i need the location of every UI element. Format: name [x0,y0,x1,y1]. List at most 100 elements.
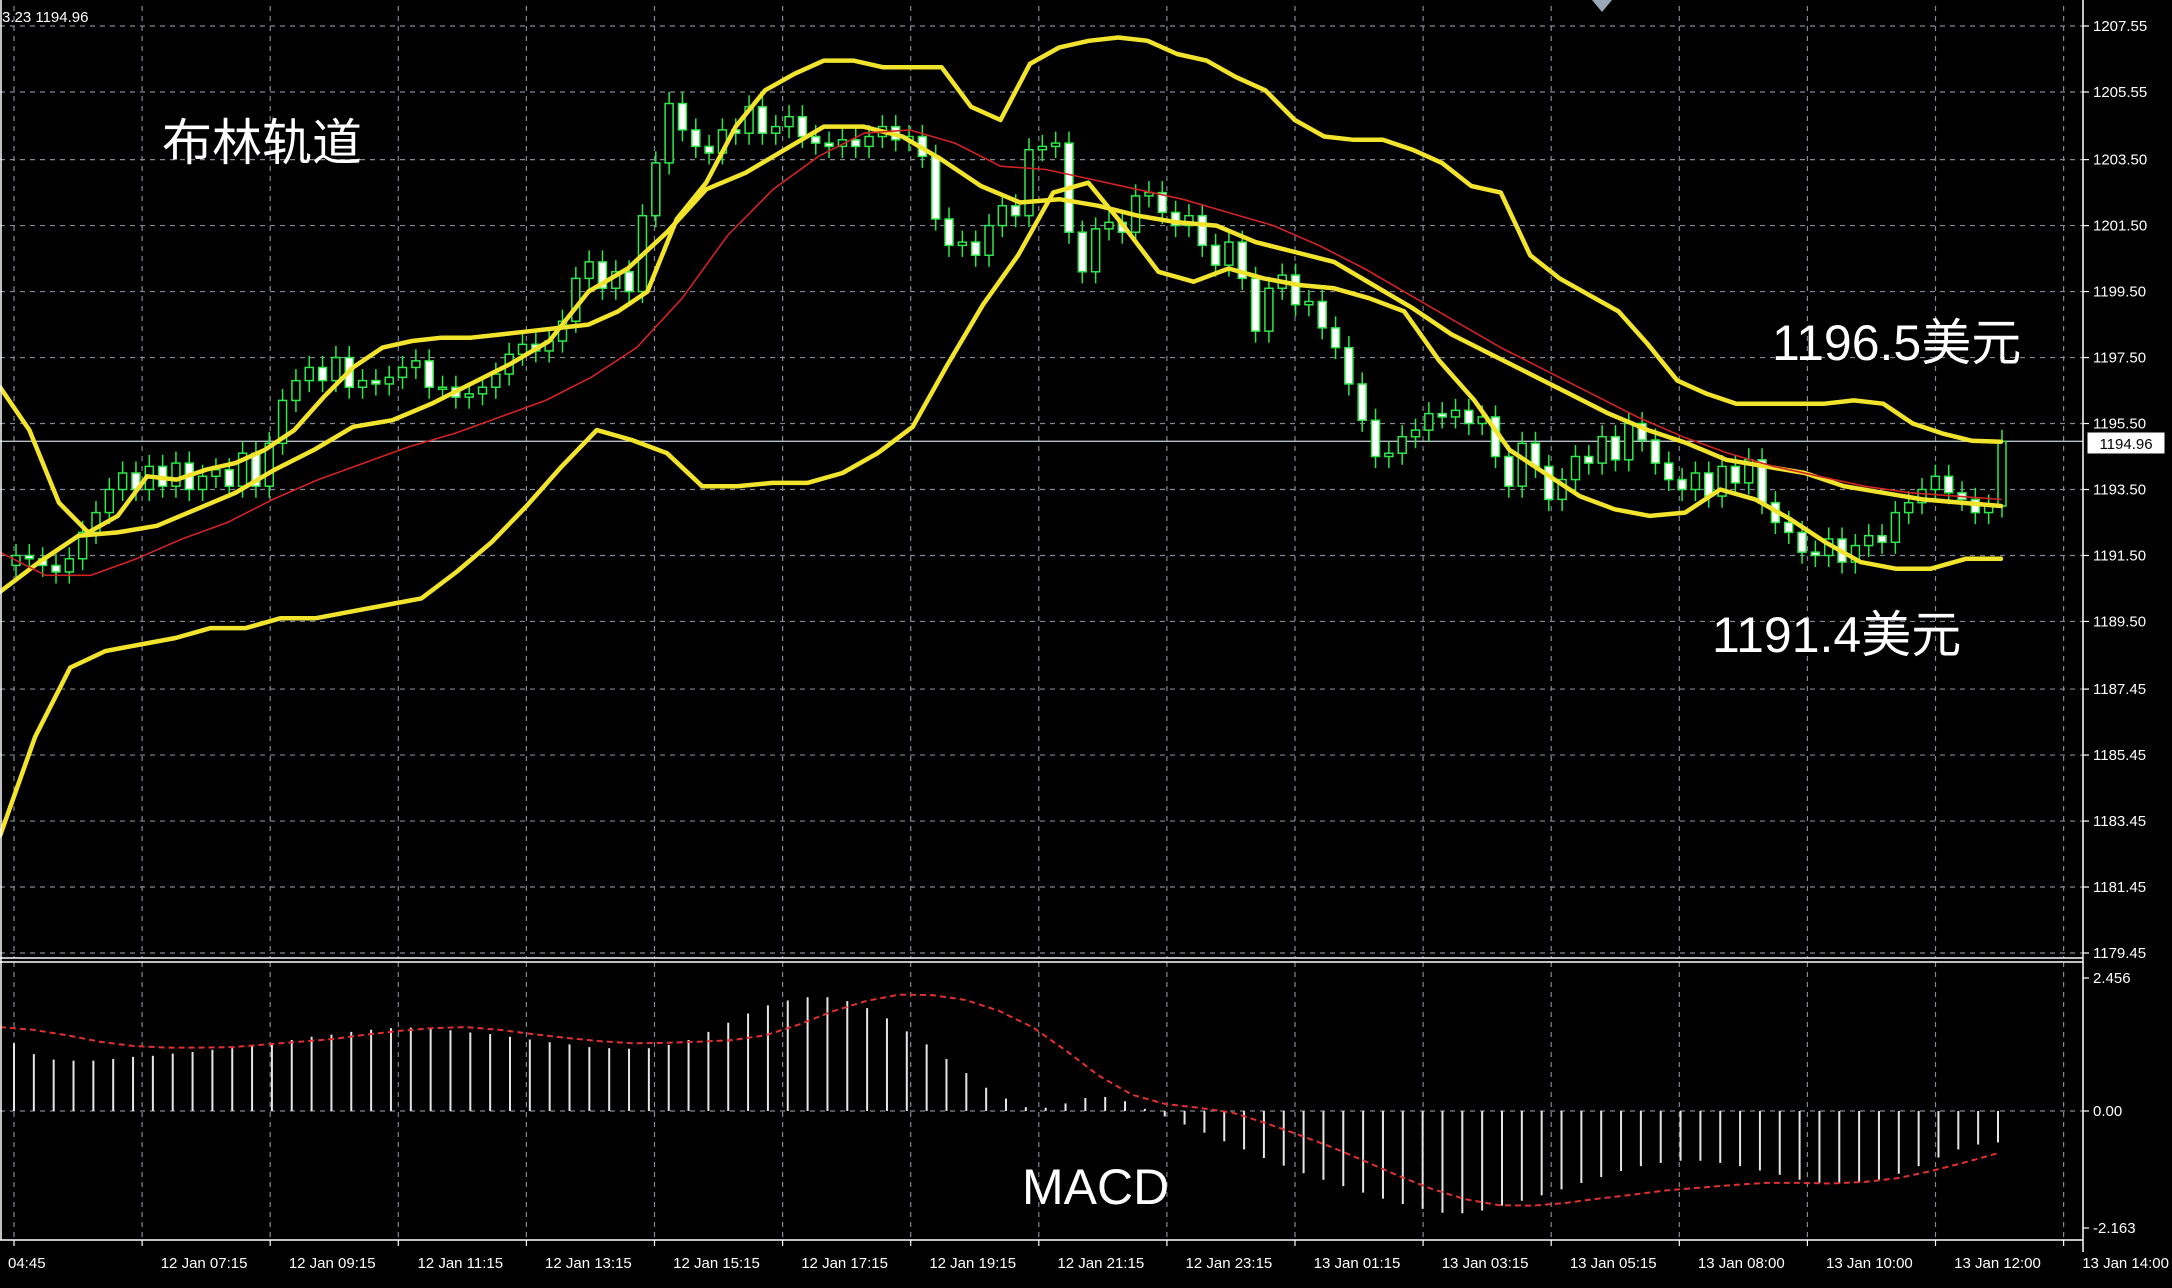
candle-body [464,393,474,398]
candle-body [997,205,1008,227]
candle-body [1317,300,1327,329]
macd-axis-tick-label: -2.163 [2093,1220,2136,1237]
candle-body [1264,287,1274,332]
candle-body [317,366,328,382]
candle-body [1290,274,1301,306]
candle-body [850,139,861,148]
candle-body [224,468,235,487]
time-axis-tick-label: 13 Jan 12:00 [1954,1255,2041,1272]
candle-body [1863,534,1874,547]
candle-body [371,379,381,385]
candle-body [1450,409,1461,418]
time-axis-tick-label: 12 Jan 21:15 [1057,1255,1144,1272]
time-axis-tick-label: 12 Jan 07:15 [161,1255,248,1272]
price-axis-tick-label: 1195.50 [2093,416,2146,433]
candle-body [1077,231,1088,273]
candle-body [424,360,434,388]
candle-body [1224,241,1234,266]
candle-body [1810,551,1821,557]
price-axis-tick-label: 1199.50 [2093,284,2146,301]
candle-body [1517,442,1527,487]
price-axis-tick-label: 1187.45 [2093,681,2146,698]
time-axis-tick-label: 04:45 [8,1255,46,1272]
candle-body [1650,439,1661,464]
candle-body [1410,429,1421,438]
candle-body [491,373,501,388]
time-axis-tick-label: 13 Jan 01:15 [1314,1255,1401,1272]
candle-body [1370,419,1381,458]
candle-body [584,261,594,280]
candle-body [1930,475,1941,491]
candle-body [1677,478,1687,491]
price-axis-tick-label: 1205.55 [2093,84,2147,101]
candle-body [677,102,688,131]
candle-body [957,241,968,247]
candle-body [357,379,368,388]
price-axis-tick-label: 1201.50 [2093,218,2147,235]
candle-body [1584,455,1594,464]
candle-body [437,386,448,390]
candle-body [24,554,35,560]
time-axis-tick-label: 12 Jan 17:15 [801,1255,888,1272]
price-axis-tick-label: 1181.45 [2093,879,2146,896]
candle-body [1943,475,1954,494]
time-axis-tick-label: 12 Jan 23:15 [1186,1255,1273,1272]
candle-body [944,218,954,247]
chart-canvas: 1207.55 1205.55 1203.50 1201.50 1199.50 1197.… [0,0,2172,1288]
candle-body [1877,534,1887,544]
price-axis-tick-label: 1207.55 [2093,18,2147,35]
candle-body [197,475,208,491]
candle-body [1210,244,1221,266]
candle-body [984,224,994,257]
candle-body [171,462,181,487]
candle-body [1890,511,1901,544]
candle-body [970,241,981,257]
time-axis-tick-label: 12 Jan 11:15 [417,1255,503,1272]
candle-body [291,379,301,402]
macd-axis-tick-label: 0.00 [2093,1103,2122,1120]
candle-body [304,366,314,382]
candle-body [1624,422,1634,461]
time-axis-tick-label: 13 Jan 10:00 [1826,1255,1913,1272]
candle-body [1664,462,1674,481]
candle-body [1037,145,1048,151]
candle-body [1610,435,1621,461]
time-axis-tick-label: 12 Jan 15:15 [673,1255,760,1272]
candle-body [1597,435,1607,464]
candle-body [1330,327,1341,349]
candle-body [1730,465,1741,484]
candle-body [1090,228,1101,273]
candle-body [1504,455,1514,487]
candle-body [757,106,768,134]
candle-body [1384,452,1394,458]
candle-body [1797,531,1807,553]
price-axis-tick-label: 1185.45 [2093,747,2146,764]
candle-body [1903,501,1914,514]
candle-body [1997,440,2007,507]
header-readout: 3.23 1194.96 [2,9,88,26]
macd-annotation: MACD [1022,1159,1169,1215]
candle-body [704,145,714,154]
time-axis-tick-label: 12 Jan 09:15 [289,1255,376,1272]
candle-body [1304,300,1314,306]
candle-body [1104,221,1114,230]
time-axis-tick-label: 13 Jan 05:15 [1570,1255,1657,1272]
candle-body [824,142,834,148]
candle-body [51,564,61,573]
candle-body [810,135,821,144]
candle-body [624,271,634,293]
candle-body [64,558,75,573]
candle-body [411,360,421,369]
lower-band-annotation: 1191.4美元 [1712,607,1961,663]
candle-body [691,129,701,148]
candle-body [1397,435,1407,454]
candle-body [331,356,341,382]
price-axis-tick-label: 1179.45 [2093,945,2146,962]
time-axis-tick-label: 12 Jan 19:15 [929,1255,1016,1272]
candle-body [1570,455,1581,481]
candle-body [1250,277,1261,332]
candle-body [864,135,874,148]
candle-body [117,472,128,491]
candle-body [784,115,794,128]
candle-body [1050,142,1061,148]
